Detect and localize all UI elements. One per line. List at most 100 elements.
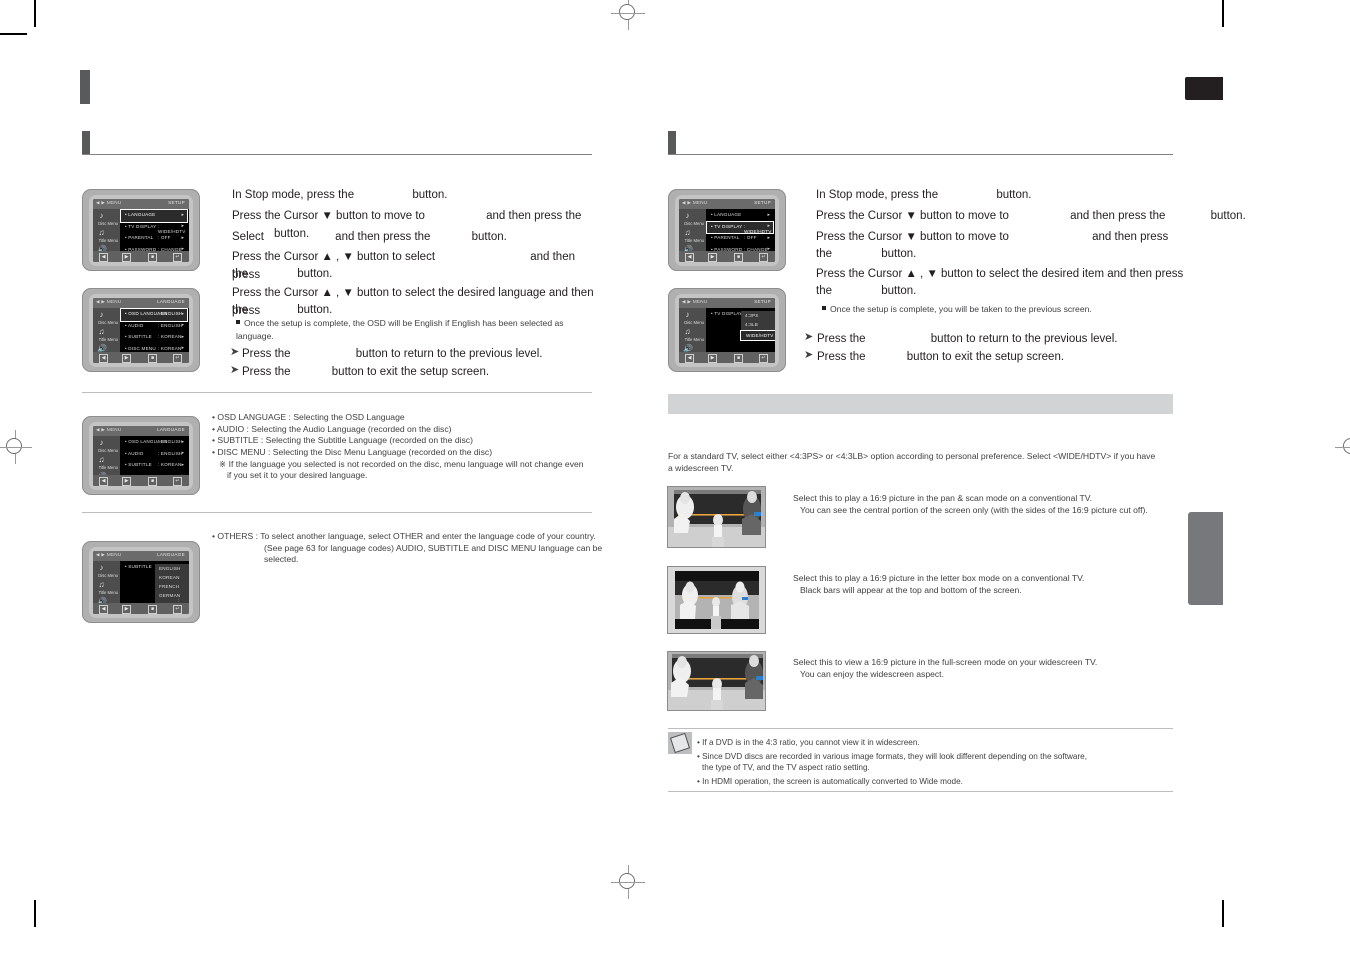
left-bullet-4: • DISC MENU : Selecting the Disc Menu La… <box>212 446 493 457</box>
osd-bottom-icon: ◀ <box>99 477 108 486</box>
osd-bottom-icon: ◀ <box>685 253 694 262</box>
osd-titlebar: ◀ ▶ MENU LANGUAGE <box>93 298 189 308</box>
osd-titlebar: ◀ ▶ MENU SETUP <box>93 199 189 209</box>
title-menu-icon: ♫ <box>684 228 691 237</box>
right-tip-1: Press the button to return to the previo… <box>817 333 1118 345</box>
osd-bottom-icon: ■ <box>148 253 157 262</box>
osd-menu-row: • LANGUAGE ▸ <box>711 211 770 218</box>
osd-sidebar: ♪Disc Menu ♫Title Menu 🔊Audio ⚙Setup <box>93 561 120 612</box>
osd-sidebar-item: ♪ Disc Menu <box>98 310 118 325</box>
tv-illustration-letter-box <box>667 566 766 634</box>
title-menu-icon: ♫ <box>684 327 691 336</box>
osd-titlebar: ◀ ▶ MENU LANGUAGE <box>93 426 189 436</box>
osd-title-left: ◀ ▶ MENU <box>96 552 122 557</box>
osd-title-left: ◀ ▶ MENU <box>96 299 122 304</box>
registration-mark-bottom <box>611 865 645 899</box>
osd-bottom-bar: ◀ ▶ ■ ↵ <box>93 475 189 486</box>
chevron-right-icon: ▸ <box>181 438 184 445</box>
trim-mark-bottom-right-v <box>1222 900 1224 927</box>
right-step-2: Press the Cursor ▼ button to move to and… <box>816 210 1246 222</box>
osd-bottom-icon: ↵ <box>759 253 768 262</box>
osd-bottom-icon: ■ <box>734 253 743 262</box>
osd-bottom-icon: ▶ <box>122 354 131 363</box>
osd-title-right: LANGUAGE <box>157 427 185 432</box>
right-step-1: In Stop mode, press the button. <box>816 189 1032 201</box>
osd-titlebar: ◀ ▶ MENU SETUP <box>679 199 775 209</box>
osd-title-right: SETUP <box>168 200 185 205</box>
osd-sidebar-item: ♫ Title Menu <box>684 327 705 342</box>
bullet-square <box>822 306 826 310</box>
left-divider-2 <box>82 512 592 513</box>
osd-sidebar-item: ♫ Title Menu <box>684 228 705 243</box>
letter-box-desc-line-2: Black bars will appear at the top and bo… <box>800 584 1022 595</box>
osd-bottom-icon: ■ <box>734 354 743 363</box>
left-step-note: Once the setup is complete, the OSD will… <box>236 318 564 341</box>
osd-sidebar: ♪Disc Menu ♫Title Menu 🔊Audio ⚙Setup <box>679 209 706 260</box>
osd-menu-row: • AUDIO: ENGLISH ▸ <box>125 322 184 328</box>
right-intro-1: For a standard TV, select either <4:3PS>… <box>668 451 1156 461</box>
note-divider-bottom <box>668 791 1173 792</box>
osd-bottom-icon: ◀ <box>685 354 694 363</box>
osd-option: ENGLISH <box>159 566 181 571</box>
osd-sidebar-item: ♪ Disc Menu <box>98 211 118 226</box>
osd-menu-row: • LANGUAGE ▸ <box>120 209 188 223</box>
tv-display-band-heading <box>668 394 1173 414</box>
osd-sidebar: ♪Disc Menu ♫Title Menu 🔊Audio ⚙Setup <box>679 308 706 363</box>
left-tip-1: Press the button to return to the previo… <box>242 348 543 360</box>
osd-menu-row: • AUDIO: ENGLISH ▸ <box>125 450 184 456</box>
wide-hdtv-desc-line-2: You can enjoy the widescreen aspect. <box>800 668 944 679</box>
chevron-right-icon: ▸ <box>767 234 770 241</box>
note-line-2: • Since DVD discs are recorded in variou… <box>697 752 1087 761</box>
left-section-rule <box>82 154 592 155</box>
osd-menu-row: • OSD LANGUAGE: ENGLISH ▸ <box>125 438 184 445</box>
chevron-right-icon: ▸ <box>181 310 184 317</box>
osd-sidebar: ♪Disc Menu ♫Title Menu 🔊Audio ⚙Setup <box>93 308 120 363</box>
right-section-rule <box>668 154 1173 155</box>
osd-title-left: ◀ ▶ MENU <box>682 299 708 304</box>
note-line-1: • If a DVD is in the 4:3 ratio, you cann… <box>697 738 920 747</box>
chevron-right-icon: ▸ <box>181 345 184 351</box>
left-section-bar <box>82 131 90 155</box>
tv-illustration-wide-hdtv <box>667 651 766 711</box>
chevron-right-icon: ▸ <box>181 450 184 456</box>
osd-bottom-bar: ◀ ▶ ■ ↵ <box>93 352 189 363</box>
osd-option: FRENCH <box>159 584 180 589</box>
bullet-square <box>236 320 240 324</box>
osd-menu-row: • PARENTAL: OFF ▸ <box>711 234 770 241</box>
disc-menu-icon: ♪ <box>99 310 104 319</box>
chevron-right-icon: ▸ <box>767 223 770 229</box>
osd-sidebar-item: ♫ Title Menu <box>98 455 119 470</box>
osd-bottom-icon: ■ <box>148 605 157 614</box>
osd-bottom-bar: ◀ ▶ ■ ↵ <box>93 251 189 262</box>
disc-menu-icon: ♪ <box>99 438 104 447</box>
osd-bottom-icon: ▶ <box>122 253 131 262</box>
right-step-4: Press the Cursor ▲ , ▼ button to select … <box>816 268 1184 280</box>
tv-illustration-pan-scan <box>667 486 766 548</box>
chevron-right-icon: ▸ <box>767 211 770 218</box>
right-step-note: Once the setup is complete, you will be … <box>822 303 1092 316</box>
osd-bottom-icon: ■ <box>148 477 157 486</box>
osd-menu-row: • OSD LANGUAGE: ENGLISH ▸ <box>120 308 188 322</box>
osd-title-left: ◀ ▶ MENU <box>682 200 708 205</box>
chevron-right-icon: ▸ <box>181 322 184 328</box>
left-others-2: (See page 63 for language codes) AUDIO, … <box>264 542 603 553</box>
left-step-3: Select and then press the button. <box>232 231 507 243</box>
left-step-1: In Stop mode, press the button. <box>232 189 448 201</box>
disc-menu-icon: ♪ <box>99 563 104 572</box>
osd-sidebar: ♪Disc Menu ♫Title Menu 🔊Audio ⚙Setup <box>93 209 120 260</box>
title-menu-icon: ♫ <box>98 327 105 336</box>
osd-sidebar-item: ♫ Title Menu <box>98 327 119 342</box>
osd-sidebar-item: ♪ Disc Menu <box>98 563 118 578</box>
osd-bottom-icon: ▶ <box>122 477 131 486</box>
osd-screenshot-tvdisplay-options: ◀ ▶ MENU SETUP ♪Disc Menu ♫Title Menu 🔊A… <box>668 288 786 372</box>
trim-mark-bottom-left-v <box>34 900 36 927</box>
osd-option: GERMAN <box>159 593 181 598</box>
osd-bottom-icon: ■ <box>148 354 157 363</box>
osd-option: 4:3PS <box>745 313 759 318</box>
left-step-4-cont: the button. <box>232 268 333 280</box>
osd-sidebar-item: ♫ Title Menu <box>98 228 119 243</box>
registration-mark-left <box>0 430 32 464</box>
left-divider-1 <box>82 392 592 393</box>
registration-mark-top <box>611 0 645 30</box>
osd-bottom-bar: ◀ ▶ ■ ↵ <box>679 251 775 262</box>
